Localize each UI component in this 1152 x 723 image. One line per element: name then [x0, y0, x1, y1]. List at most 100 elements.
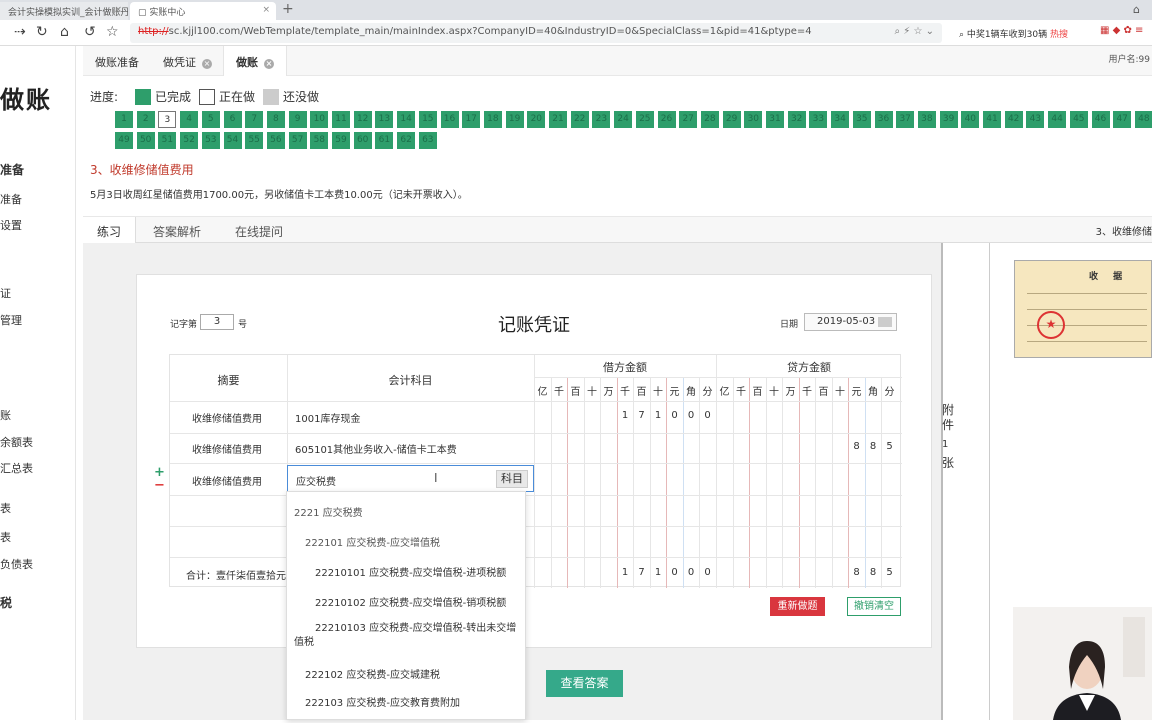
sidebar-item-table[interactable]: 表 [0, 529, 11, 545]
progress-cell[interactable]: 9 [288, 111, 307, 128]
progress-cell[interactable]: 44 [1048, 111, 1067, 128]
url-input[interactable]: http://sc.kjjl100.com/WebTemplate/templa… [130, 23, 942, 43]
progress-cell[interactable]: 32 [787, 111, 806, 128]
subject-option[interactable]: 222101 应交税费-应交增值税 [305, 534, 440, 549]
progress-cell[interactable]: 34 [831, 111, 850, 128]
sidebar-section-prep[interactable]: 准备 [0, 161, 24, 178]
progress-cell[interactable]: 47 [1113, 111, 1132, 128]
progress-cell[interactable]: 21 [549, 111, 567, 128]
sidebar-item-balance[interactable]: 余额表 [0, 434, 33, 450]
progress-cell[interactable]: 56 [266, 132, 285, 149]
extension-icons[interactable]: ▦ ◆ ✿ ≡ [1100, 25, 1143, 36]
progress-cell[interactable]: 3 [158, 111, 177, 128]
progress-cell[interactable]: 43 [1026, 111, 1045, 128]
progress-cell[interactable]: 31 [766, 111, 784, 128]
progress-cell[interactable]: 4 [180, 111, 199, 128]
progress-cell[interactable]: 48 [1134, 111, 1152, 128]
subject-picker-button[interactable]: 科目 [496, 470, 528, 488]
progress-cell[interactable]: 13 [375, 111, 394, 128]
row-summary[interactable]: 收维修储值费用 [192, 473, 262, 488]
progress-cell[interactable]: 24 [614, 111, 633, 128]
progress-cell[interactable]: 23 [592, 111, 611, 128]
back-icon[interactable]: ⇢ [14, 24, 26, 40]
tab-voucher[interactable]: 做凭证 × [151, 46, 224, 76]
sidebar-item-settings[interactable]: 设置 [0, 217, 22, 233]
subject-input[interactable]: 应交税费 I 科目 [287, 465, 534, 492]
progress-cell[interactable]: 2 [136, 111, 155, 128]
progress-cell[interactable]: 27 [679, 111, 698, 128]
progress-cell[interactable]: 39 [939, 111, 958, 128]
progress-cell[interactable]: 50 [136, 132, 155, 149]
row-subject[interactable]: 1001库存现金 [295, 410, 360, 425]
tab-bookkeeping[interactable]: 做账 × [223, 46, 287, 76]
progress-cell[interactable]: 60 [353, 132, 372, 149]
progress-cell[interactable]: 55 [245, 132, 264, 149]
progress-cell[interactable]: 30 [744, 111, 763, 128]
remove-row-icon[interactable]: − [154, 478, 165, 493]
progress-cell[interactable]: 1 [115, 111, 133, 128]
progress-cell[interactable]: 33 [809, 111, 828, 128]
subject-option[interactable]: 22210103 应交税费-应交增值税-转出未交增值税 [294, 622, 522, 650]
sidebar-section-tax[interactable]: 税 [0, 594, 12, 611]
progress-cell[interactable]: 6 [223, 111, 242, 128]
view-answer-button[interactable]: 查看答案 [546, 670, 623, 697]
tab-answer-analysis[interactable]: 答案解析 [139, 217, 215, 244]
progress-cell[interactable]: 58 [310, 132, 329, 149]
progress-cell[interactable]: 42 [1004, 111, 1023, 128]
progress-cell[interactable]: 5 [201, 111, 220, 128]
progress-cell[interactable]: 15 [418, 111, 437, 128]
browser-tab-1[interactable]: 会计实操模拟实训_会计做账丹 × [0, 2, 128, 20]
close-icon[interactable]: × [262, 5, 270, 15]
progress-cell[interactable]: 19 [505, 111, 524, 128]
progress-cell[interactable]: 10 [310, 111, 329, 128]
progress-cell[interactable]: 49 [115, 132, 133, 149]
reload-icon[interactable]: ↻ [36, 24, 48, 40]
progress-cell[interactable]: 11 [332, 111, 350, 128]
sidebar-item-report[interactable]: 表 [0, 500, 11, 516]
close-icon[interactable]: × [114, 5, 122, 15]
progress-cell[interactable]: 53 [201, 132, 220, 149]
progress-cell[interactable]: 37 [896, 111, 915, 128]
receipt-image[interactable]: 收 据 ★ [1014, 260, 1152, 358]
progress-cell[interactable]: 61 [375, 132, 394, 149]
subject-option[interactable]: 2221 应交税费 [294, 504, 363, 519]
home-icon[interactable]: ⌂ [60, 24, 69, 40]
progress-cell[interactable]: 62 [397, 132, 416, 149]
progress-cell[interactable]: 25 [635, 111, 654, 128]
sidebar-item-balance-sheet[interactable]: 负债表 [0, 556, 33, 572]
progress-cell[interactable]: 8 [266, 111, 285, 128]
progress-cell[interactable]: 12 [353, 111, 372, 128]
tab-practice[interactable]: 练习 [83, 217, 137, 244]
progress-cell[interactable]: 38 [917, 111, 936, 128]
clear-button[interactable]: 撤销清空 [847, 597, 901, 616]
progress-cell[interactable]: 41 [983, 111, 1001, 128]
sidebar-item-voucher[interactable]: 证 [0, 285, 11, 301]
progress-cell[interactable]: 26 [657, 111, 676, 128]
subject-option[interactable]: 222102 应交税费-应交城建税 [305, 666, 440, 681]
browser-tab-2[interactable]: ▢ 实账中心 × [130, 2, 276, 20]
progress-cell[interactable]: 22 [570, 111, 589, 128]
search-box[interactable]: ⌕ 中奖1辆车收到30辆 热搜 [953, 23, 1098, 43]
row-subject[interactable]: 605101其他业务收入-储值卡工本费 [295, 441, 457, 456]
calendar-icon[interactable] [878, 317, 892, 327]
progress-cell[interactable]: 16 [440, 111, 459, 128]
progress-cell[interactable]: 36 [874, 111, 893, 128]
progress-cell[interactable]: 35 [852, 111, 871, 128]
date-input[interactable]: 2019-05-03 [804, 313, 897, 331]
progress-cell[interactable]: 18 [483, 111, 502, 128]
progress-cell[interactable]: 40 [961, 111, 980, 128]
tab-prep[interactable]: 做账准备 [83, 46, 151, 76]
sidebar-item-manage[interactable]: 管理 [0, 312, 22, 328]
progress-cell[interactable]: 45 [1069, 111, 1088, 128]
row-summary[interactable]: 收维修储值费用 [192, 410, 262, 425]
progress-cell[interactable]: 20 [527, 111, 546, 128]
tab-online-question[interactable]: 在线提问 [221, 217, 297, 244]
zoom-icon[interactable]: ⌕ ⚡ ☆ ⌄ [894, 26, 934, 37]
subject-option[interactable]: 222103 应交税费-应交教育费附加 [305, 694, 460, 709]
progress-cell[interactable]: 17 [462, 111, 481, 128]
redo-button[interactable]: 重新做题 [770, 597, 825, 616]
progress-cell[interactable]: 51 [158, 132, 177, 149]
new-tab-icon[interactable]: + [282, 1, 294, 17]
sidebar-item-prep[interactable]: 准备 [0, 191, 22, 207]
star-icon[interactable]: ☆ [106, 24, 119, 40]
